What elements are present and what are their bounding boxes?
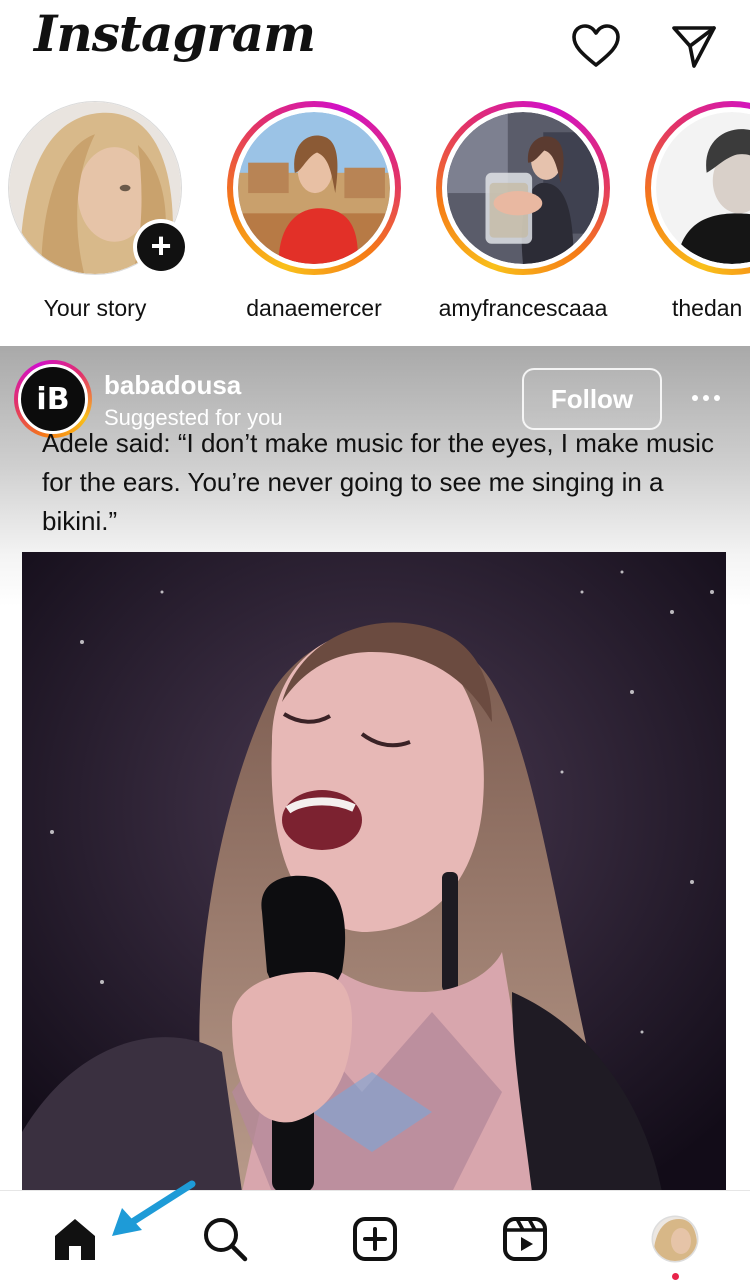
post-image[interactable] — [22, 552, 726, 1190]
story-ring — [645, 101, 750, 275]
create-post-icon[interactable] — [349, 1213, 401, 1265]
story-ring — [436, 101, 610, 275]
story-avatar — [447, 112, 599, 264]
story-name: amyfrancescaaa — [438, 295, 608, 321]
feed-post: iB babadousa Suggested for you Follow Ad… — [0, 346, 750, 1190]
more-options-icon[interactable] — [682, 378, 730, 418]
direct-message-icon[interactable] — [668, 20, 720, 72]
heart-icon[interactable] — [570, 20, 622, 72]
notification-dot — [672, 1273, 679, 1280]
story-ring — [227, 101, 401, 275]
search-icon[interactable] — [199, 1213, 251, 1265]
post-username[interactable]: babadousa — [104, 370, 241, 401]
story-thedan[interactable]: thedan — [637, 95, 750, 340]
home-icon[interactable] — [49, 1213, 101, 1265]
stories-tray: + Your story danaemercer amyfrancescaaa … — [0, 95, 750, 340]
story-name: danaemercer — [246, 295, 382, 321]
story-name: Your story — [43, 295, 147, 321]
story-avatar — [656, 112, 750, 264]
top-bar: Instagram — [0, 0, 750, 95]
story-danaemercer[interactable]: danaemercer — [219, 95, 409, 340]
profile-avatar[interactable] — [649, 1213, 701, 1265]
add-story-button[interactable]: + — [133, 219, 189, 275]
follow-button[interactable]: Follow — [522, 368, 662, 430]
story-avatar — [238, 112, 390, 264]
story-amyfrancescaaa[interactable]: amyfrancescaaa — [428, 95, 618, 340]
instagram-logo[interactable]: Instagram — [34, 4, 316, 63]
story-your-story[interactable]: + Your story — [0, 95, 190, 340]
reels-icon[interactable] — [499, 1213, 551, 1265]
post-caption: Adele said: “I don’t make music for the … — [42, 428, 714, 536]
story-name: thedan — [672, 295, 743, 321]
annotation-arrow-icon — [112, 1180, 196, 1236]
